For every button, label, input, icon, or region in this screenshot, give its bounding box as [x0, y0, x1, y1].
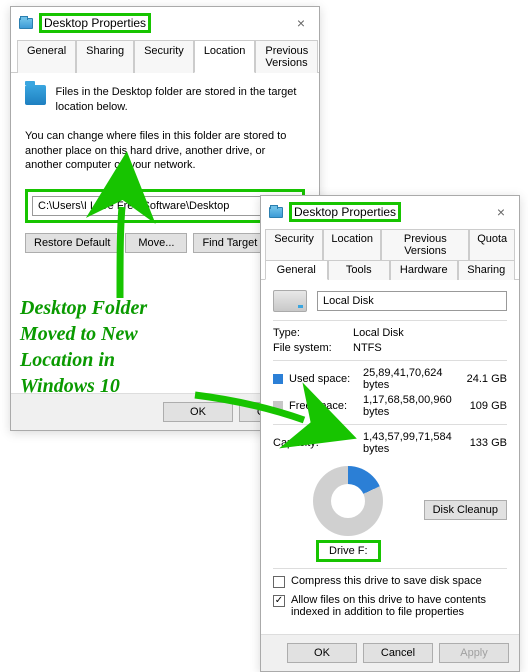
used-color-icon: [273, 374, 283, 384]
folder-icon: [19, 18, 33, 29]
compress-label: Compress this drive to save disk space: [291, 575, 482, 587]
annotation-line: Moved to New: [20, 321, 220, 347]
cancel-button[interactable]: Cancel: [363, 643, 433, 663]
used-bytes: 25,89,41,70,624 bytes: [363, 367, 457, 391]
restore-default-button[interactable]: Restore Default: [25, 233, 119, 253]
path-input[interactable]: [32, 196, 298, 216]
window-title: Desktop Properties: [289, 202, 401, 222]
compress-checkbox[interactable]: [273, 576, 285, 588]
annotation-line: Windows 10: [20, 373, 220, 399]
type-value: Local Disk: [353, 327, 507, 339]
tabstrip: Security Location Previous Versions Quot…: [261, 228, 519, 280]
annotation-line: Desktop Folder: [20, 295, 220, 321]
drive-icon: [273, 290, 307, 312]
titlebar: Desktop Properties ×: [11, 7, 319, 39]
annotation-text: Desktop Folder Moved to New Location in …: [20, 295, 220, 399]
ok-button[interactable]: OK: [163, 402, 233, 422]
tab-tools[interactable]: Tools: [328, 260, 391, 280]
folder-large-icon: [25, 85, 46, 105]
tab-location[interactable]: Location: [194, 40, 256, 73]
free-label: Free space:: [289, 400, 347, 412]
used-label: Used space:: [289, 373, 350, 385]
tabstrip: General Sharing Security Location Previo…: [11, 39, 319, 73]
tab-general[interactable]: General: [265, 260, 328, 280]
tab-security[interactable]: Security: [265, 229, 323, 260]
ok-button[interactable]: OK: [287, 643, 357, 663]
volume-label-input[interactable]: [317, 291, 507, 311]
dialog-footer: OK Cancel Apply: [261, 634, 519, 671]
close-icon[interactable]: ×: [291, 15, 311, 31]
index-label: Allow files on this drive to have conten…: [291, 594, 507, 618]
tab-previous-versions[interactable]: Previous Versions: [381, 229, 469, 260]
free-bytes: 1,17,68,58,00,960 bytes: [363, 394, 457, 418]
usage-donut-chart: [313, 466, 383, 536]
drive-label: Drive F:: [316, 540, 381, 562]
capacity-label: Capacity:: [273, 437, 319, 449]
free-color-icon: [273, 401, 283, 411]
filesystem-value: NTFS: [353, 342, 507, 354]
annotation-line: Location in: [20, 347, 220, 373]
find-target-button[interactable]: Find Target: [193, 233, 266, 253]
used-gb: 24.1 GB: [457, 373, 507, 385]
capacity-gb: 133 GB: [457, 437, 507, 449]
titlebar: Desktop Properties ×: [261, 196, 519, 228]
index-checkbox[interactable]: [273, 595, 285, 607]
capacity-bytes: 1,43,57,99,71,584 bytes: [363, 431, 457, 455]
type-label: Type:: [273, 327, 353, 339]
tab-sharing[interactable]: Sharing: [76, 40, 134, 73]
tab-location[interactable]: Location: [323, 229, 381, 260]
filesystem-label: File system:: [273, 342, 353, 354]
tab-hardware[interactable]: Hardware: [390, 260, 458, 280]
tab-content: Type:Local Disk File system:NTFS Used sp…: [261, 280, 519, 634]
folder-icon: [269, 207, 283, 218]
tab-previous-versions[interactable]: Previous Versions: [255, 40, 318, 73]
tab-quota[interactable]: Quota: [469, 229, 515, 260]
close-icon[interactable]: ×: [491, 204, 511, 220]
disk-cleanup-button[interactable]: Disk Cleanup: [424, 500, 507, 520]
apply-button[interactable]: Apply: [439, 643, 509, 663]
description-text: You can change where files in this folde…: [25, 129, 305, 174]
tab-general[interactable]: General: [17, 40, 76, 73]
window-title: Desktop Properties: [39, 13, 151, 33]
free-gb: 109 GB: [457, 400, 507, 412]
desktop-properties-general-dialog: Desktop Properties × Security Location P…: [260, 195, 520, 672]
intro-text: Files in the Desktop folder are stored i…: [56, 85, 305, 115]
move-button[interactable]: Move...: [125, 233, 187, 253]
tab-sharing[interactable]: Sharing: [458, 260, 516, 280]
tab-security[interactable]: Security: [134, 40, 194, 73]
